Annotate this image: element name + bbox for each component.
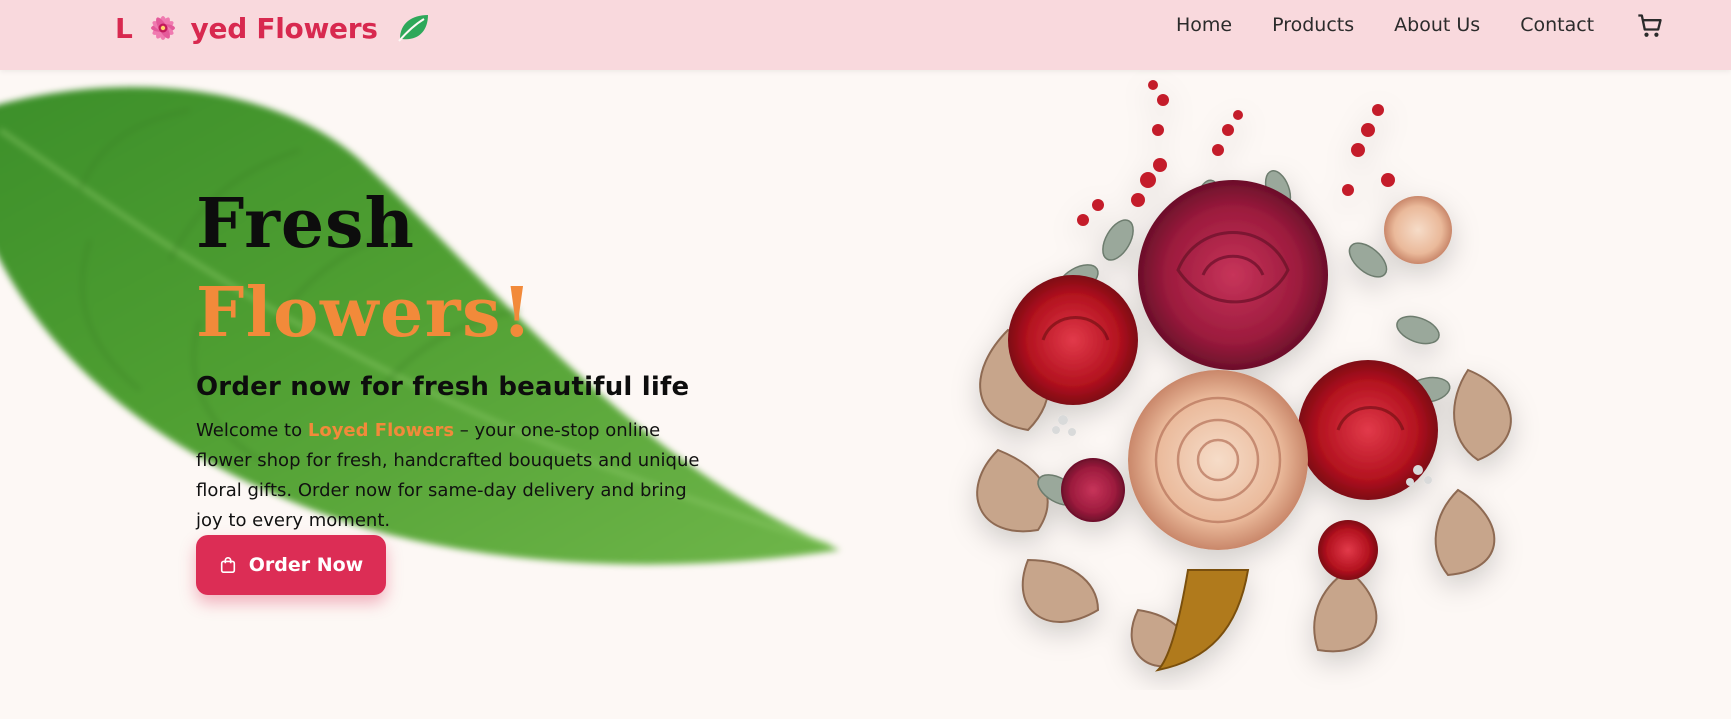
hero-section: Fresh Flowers! Order now for fresh beaut… — [196, 180, 726, 536]
navbar: L yed Flowers Home Products About Us Con… — [0, 0, 1731, 70]
hero-subtitle: Order now for fresh beautiful life — [196, 372, 690, 402]
brand-name: yed Flowers — [190, 11, 378, 45]
description-brand: Loyed Flowers — [307, 420, 455, 441]
description-intro: Welcome to — [196, 420, 308, 441]
order-now-button[interactable]: Order Now — [196, 535, 386, 595]
main-nav: Home Products About Us Contact — [1176, 14, 1594, 38]
nav-link-home[interactable]: Home — [1176, 14, 1232, 38]
leaf-icon — [397, 15, 428, 42]
hero-title-line2: Flowers! — [196, 273, 534, 353]
shopping-bag-icon — [220, 557, 235, 574]
hero-title: Fresh Flowers! — [196, 180, 726, 358]
flower-icon — [150, 16, 175, 40]
hero-title-line1: Fresh — [196, 184, 415, 264]
shopping-cart-icon[interactable] — [1636, 12, 1664, 40]
order-now-label: Order Now — [248, 554, 364, 576]
brand-logo[interactable]: L yed Flowers — [115, 8, 430, 48]
brand-prefix: L — [115, 11, 133, 45]
nav-link-contact[interactable]: Contact — [1520, 14, 1594, 38]
flower-bouquet-image — [976, 80, 1512, 672]
nav-link-products[interactable]: Products — [1272, 14, 1354, 38]
nav-link-about[interactable]: About Us — [1394, 14, 1480, 38]
hero-description: Welcome to Loyed Flowers – your one-stop… — [196, 416, 706, 536]
